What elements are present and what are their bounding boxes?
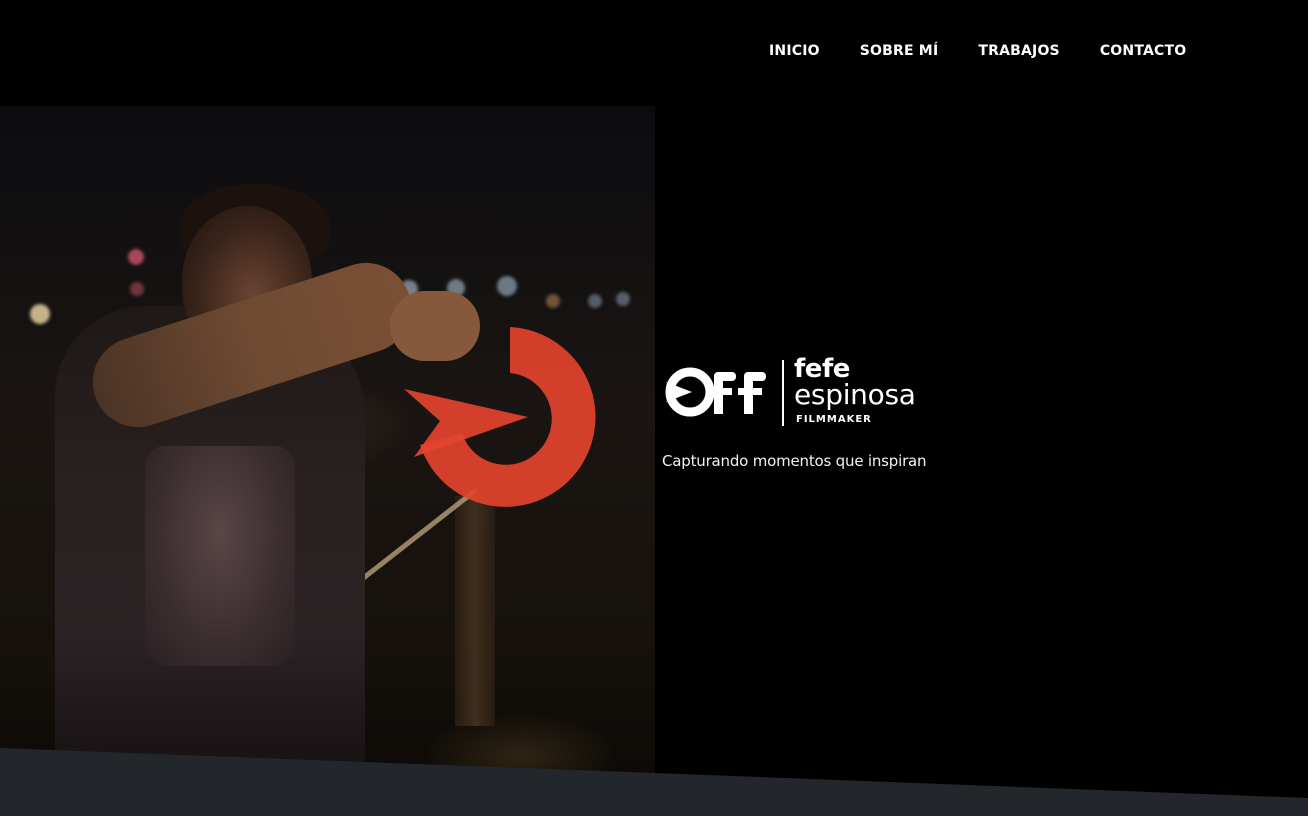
nav-link-sobre-mi[interactable]: SOBRE MÍ xyxy=(860,43,939,59)
play-circle-icon xyxy=(404,327,596,507)
nav-link-inicio[interactable]: INICIO xyxy=(769,43,820,59)
bokeh-light xyxy=(616,292,630,306)
nav-link-contacto[interactable]: CONTACTO xyxy=(1100,43,1187,59)
bokeh-light xyxy=(30,304,50,324)
logo-role: FILMMAKER xyxy=(796,414,872,425)
logo-divider xyxy=(782,360,784,426)
bokeh-light xyxy=(497,276,517,296)
hero-tagline: Capturando momentos que inspiran xyxy=(662,452,927,470)
bokeh-light xyxy=(588,294,602,308)
logo-name-last: espinosa xyxy=(794,378,916,411)
bokeh-light xyxy=(130,282,144,296)
bokeh-light xyxy=(546,294,560,308)
nav-link-trabajos[interactable]: TRABAJOS xyxy=(978,43,1059,59)
nav-links: INICIO SOBRE MÍ TRABAJOS CONTACTO xyxy=(769,43,1226,59)
shirt-print xyxy=(145,446,295,666)
bokeh-light xyxy=(128,249,144,265)
pier-post xyxy=(455,496,495,726)
page: INICIO SOBRE MÍ TRABAJOS CONTACTO fefe e… xyxy=(0,0,1308,816)
top-navigation: INICIO SOBRE MÍ TRABAJOS CONTACTO xyxy=(0,0,1308,106)
off-logo-icon xyxy=(665,367,766,417)
brand-logo: fefe espinosa FILMMAKER xyxy=(664,354,954,432)
